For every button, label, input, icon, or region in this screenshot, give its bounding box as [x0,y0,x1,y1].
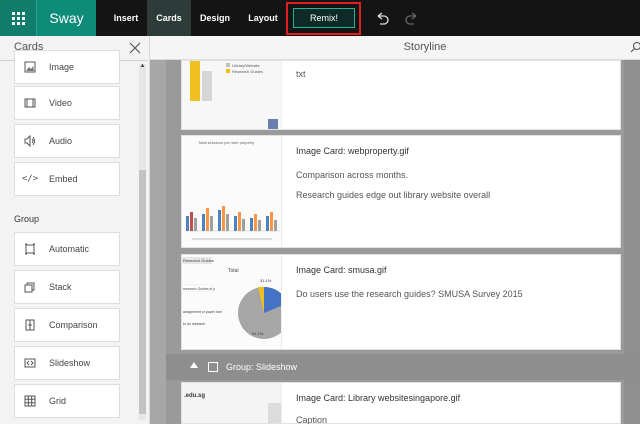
card-slideshow-button[interactable]: Slideshow [14,346,120,380]
card-thumbnail[interactable]: Total sessions per web property [182,136,282,247]
story-card-3[interactable]: Research Guides Total 51.1% 31.1% resear… [181,254,621,350]
card-label: Stack [49,282,72,292]
search-icon[interactable] [630,41,640,53]
thumb-legend-row-3: to do research [183,322,205,326]
card-label: Image [49,62,75,72]
app-launcher-button[interactable] [0,0,36,36]
card-label: Comparison [49,320,98,330]
card-text: Do users use the research guides? SMUSA … [296,289,523,299]
card-title: Image Card: smusa.gif [296,265,387,275]
storyline-gutter [150,60,166,424]
panel-scrollbar-thumb[interactable] [139,170,146,414]
card-label: Audio [49,136,73,146]
card-label: Video [49,98,72,108]
cards-panel: Cards ▲ Image Video Audio </> Embed Grou… [0,36,150,424]
slideshow-group-icon [208,362,218,372]
card-video-button[interactable]: Video [14,86,120,120]
card-thumbnail[interactable]: Library/Website Research Guides [182,61,282,129]
thumb-legend-row-1: research Guides in y [183,287,215,291]
video-icon [15,97,45,109]
automatic-icon [15,243,45,255]
thumb-chart-title: Total sessions per web property [198,140,254,145]
app-brand[interactable]: Sway [36,0,96,36]
card-stack-button[interactable]: Stack [14,270,120,304]
tab-layout[interactable]: Layout [241,0,285,36]
card-text: Research guides edge out library website… [296,190,491,200]
thumb-edu-text: .edu.sg [184,393,205,399]
scroll-up-icon[interactable]: ▲ [139,62,146,70]
card-label: Grid [49,396,67,406]
card-embed-button[interactable]: </> Embed [14,162,120,196]
storyline-title: Storyline [403,41,447,53]
card-image-button[interactable]: Image [14,50,120,84]
thumb-legend-library: Library/Website [232,63,260,68]
group-heading: Group [14,214,40,224]
thumb-slice-a: 31.1% [260,278,272,283]
group-label: Group: Slideshow [226,362,298,372]
card-thumbnail[interactable]: .edu.sg [182,383,282,423]
redo-icon[interactable] [404,10,420,26]
story-card-1[interactable]: Library/Website Research Guides txt [181,60,621,130]
image-icon [15,61,45,73]
card-thumbnail[interactable]: Research Guides Total 51.1% 31.1% resear… [182,255,282,349]
card-text: Caption [296,415,328,424]
tab-cards[interactable]: Cards [147,0,191,36]
thumb-pie-title: Total [228,268,239,274]
storyline-header: Storyline [150,36,640,60]
embed-icon: </> [21,174,39,184]
story-card-4[interactable]: .edu.sg Image Card: Library websitesinga… [181,382,621,424]
card-title: Image Card: webproperty.gif [296,146,409,156]
thumb-slice-b: 51.1% [252,331,264,336]
card-label: Automatic [49,244,90,254]
story-card-2[interactable]: Total sessions per web property Image Ca… [181,135,621,248]
tab-design[interactable]: Design [193,0,237,36]
slideshow-icon [15,357,45,369]
comparison-icon [15,319,45,331]
thumb-research-guides-tag: Research Guides [183,258,214,263]
card-automatic-button[interactable]: Automatic [14,232,120,266]
card-label: Slideshow [49,358,91,368]
close-icon[interactable] [128,41,142,55]
collapse-triangle-icon[interactable] [190,362,198,368]
card-label: Embed [49,174,78,184]
card-grid-button[interactable]: Grid [14,384,120,418]
card-audio-button[interactable]: Audio [14,124,120,158]
tab-insert[interactable]: Insert [106,0,146,36]
remix-button[interactable]: Remix! [293,8,355,28]
thumb-legend-row-2: assignment or paper due [183,310,222,314]
thumb-legend-research: Research Guides [232,69,263,74]
undo-icon[interactable] [374,10,390,26]
stack-icon [15,281,45,293]
card-text: Comparison across months. [296,170,409,180]
top-bar: Sway Insert Cards Design Layout Remix! [0,0,640,36]
grid-icon [15,395,45,407]
card-text: txt [296,69,306,79]
card-comparison-button[interactable]: Comparison [14,308,120,342]
waffle-icon [11,11,25,25]
audio-icon [15,135,45,147]
card-title: Image Card: Library websitesingapore.gif [296,393,461,403]
